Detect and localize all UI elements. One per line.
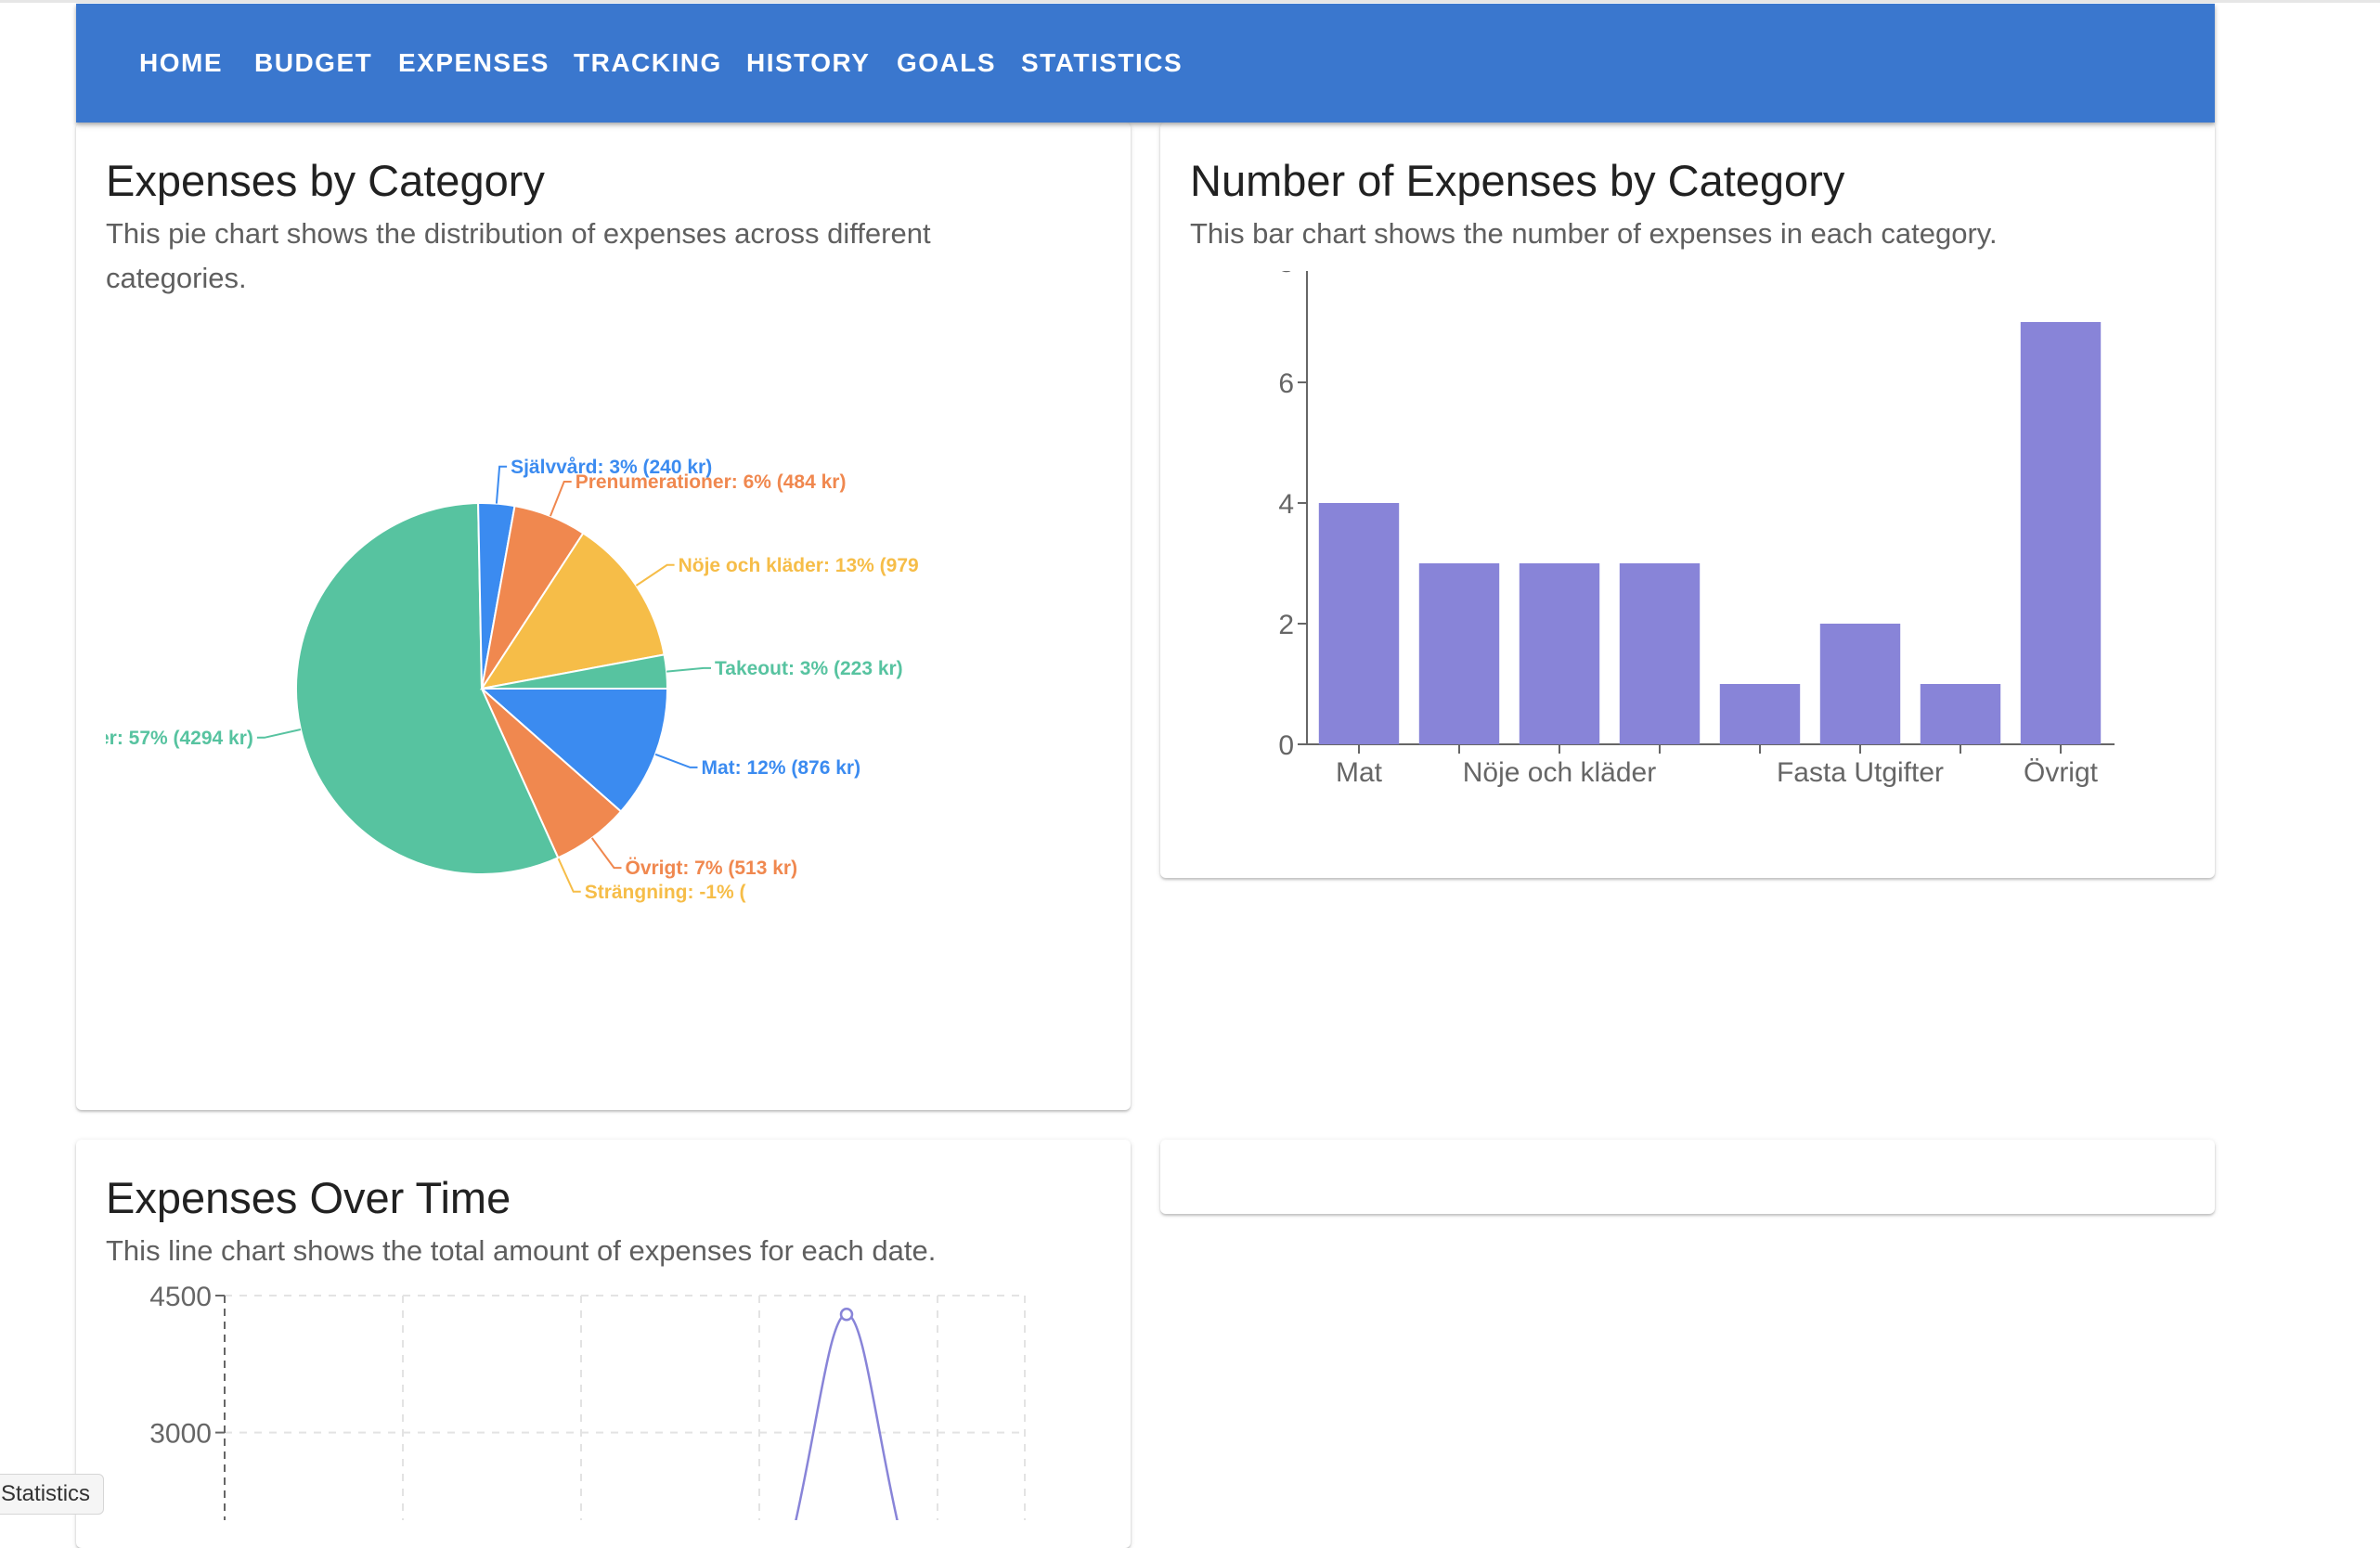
bar-7 [1920, 684, 2001, 744]
pie-card-description: This pie chart shows the distribution of… [106, 217, 931, 294]
bar-5 [1719, 684, 1801, 744]
line-card-title: Expenses Over Time [106, 1173, 511, 1222]
pie-leader-takeout [666, 666, 711, 673]
bar-chart: 0 2 4 6 8 Mat Nöje och kläder Fasta Utgifter Övr… [1278, 271, 2115, 788]
bar-y-tick-label: 8 [1278, 271, 1294, 278]
pie-label-fasta-utgifter: Fasta Utgifter: 57% (4294 kr) [106, 728, 253, 749]
empty-card [1160, 1140, 2215, 1214]
nav-statistics[interactable]: STATISTICS [1021, 45, 1183, 82]
pie-leader-noje-och-klader [635, 563, 675, 587]
nav-history[interactable]: HISTORY [746, 45, 870, 82]
hover-tooltip: Statistics [0, 1474, 105, 1515]
nav-goals[interactable]: GOALS [897, 45, 996, 82]
pie-leader-ovrigt [590, 837, 622, 870]
app-bar: HOME BUDGET EXPENSES TRACKING HISTORY GO… [76, 4, 2215, 123]
line-chart-card: Expenses Over Time This line chart shows… [76, 1140, 1131, 1548]
bar-x-tick-label-noje-och-klader: Nöje och kläder [1463, 757, 1656, 788]
bar-1 [1318, 503, 1400, 744]
bar-6 [1819, 624, 1901, 744]
pie-leader-sjalvvard [495, 465, 508, 504]
line-point-peak [839, 1308, 854, 1322]
bar-x-tick-label-ovrigt: Övrigt [2024, 757, 2099, 788]
nav-tracking[interactable]: TRACKING [574, 45, 722, 82]
pie-leader-mat [654, 753, 698, 768]
nav-budget[interactable]: BUDGET [254, 45, 372, 82]
bar-3 [1519, 563, 1600, 744]
bar-card-title: Number of Expenses by Category [1190, 156, 1845, 205]
nav-expenses[interactable]: EXPENSES [398, 45, 550, 82]
bar-y-tick-label: 4 [1278, 489, 1294, 520]
line-card-description: This line chart shows the total amount o… [106, 1234, 937, 1267]
pie-leader-prenumerationer [549, 481, 572, 517]
bar-2 [1418, 563, 1500, 744]
bar-y-tick-label: 2 [1278, 610, 1294, 640]
pie-leader-fasta-utgifter [256, 729, 302, 739]
line-series [795, 1313, 899, 1520]
bar-card-description: This bar chart shows the number of expen… [1190, 217, 1998, 250]
line-chart: 3000 4500 [149, 1282, 1026, 1520]
pie-chart: Mat: 12% (876 kr) Övrigt: 7% (513 kr) Strä… [106, 457, 923, 903]
pie-card-title: Expenses by Category [106, 156, 545, 205]
line-y-tick-label: 4500 [149, 1282, 212, 1312]
bar-y-tick-label: 0 [1278, 730, 1294, 761]
bar-x-tick-label-mat: Mat [1336, 757, 1383, 788]
bar-4 [1619, 563, 1701, 744]
bar-x-tick-label-fasta-utgifter: Fasta Utgifter [1777, 757, 1944, 788]
pie-label-ovrigt: Övrigt: 7% (513 kr) [626, 858, 798, 879]
pie-label-strangning: Strängning: -1% ( [585, 882, 746, 903]
pie-label-takeout: Takeout: 3% (223 kr) [715, 658, 903, 679]
pie-chart-card: Expenses by Category This pie chart show… [76, 123, 1131, 1110]
bar-y-tick-label: 6 [1278, 368, 1294, 399]
line-y-tick-label: 3000 [149, 1419, 212, 1450]
pie-label-prenumerationer: Prenumerationer: 6% (484 kr) [576, 471, 847, 493]
pie-label-mat: Mat: 12% (876 kr) [702, 757, 861, 779]
nav-home[interactable]: HOME [139, 45, 223, 82]
bar-chart-card: Number of Expenses by Category This bar … [1160, 123, 2215, 878]
pie-leader-strangning [557, 857, 581, 893]
top-border [0, 0, 2380, 3]
bar-8 [2020, 322, 2102, 744]
pie-label-noje-och-klader: Nöje och kläder: 13% (979 kr) [679, 555, 923, 576]
